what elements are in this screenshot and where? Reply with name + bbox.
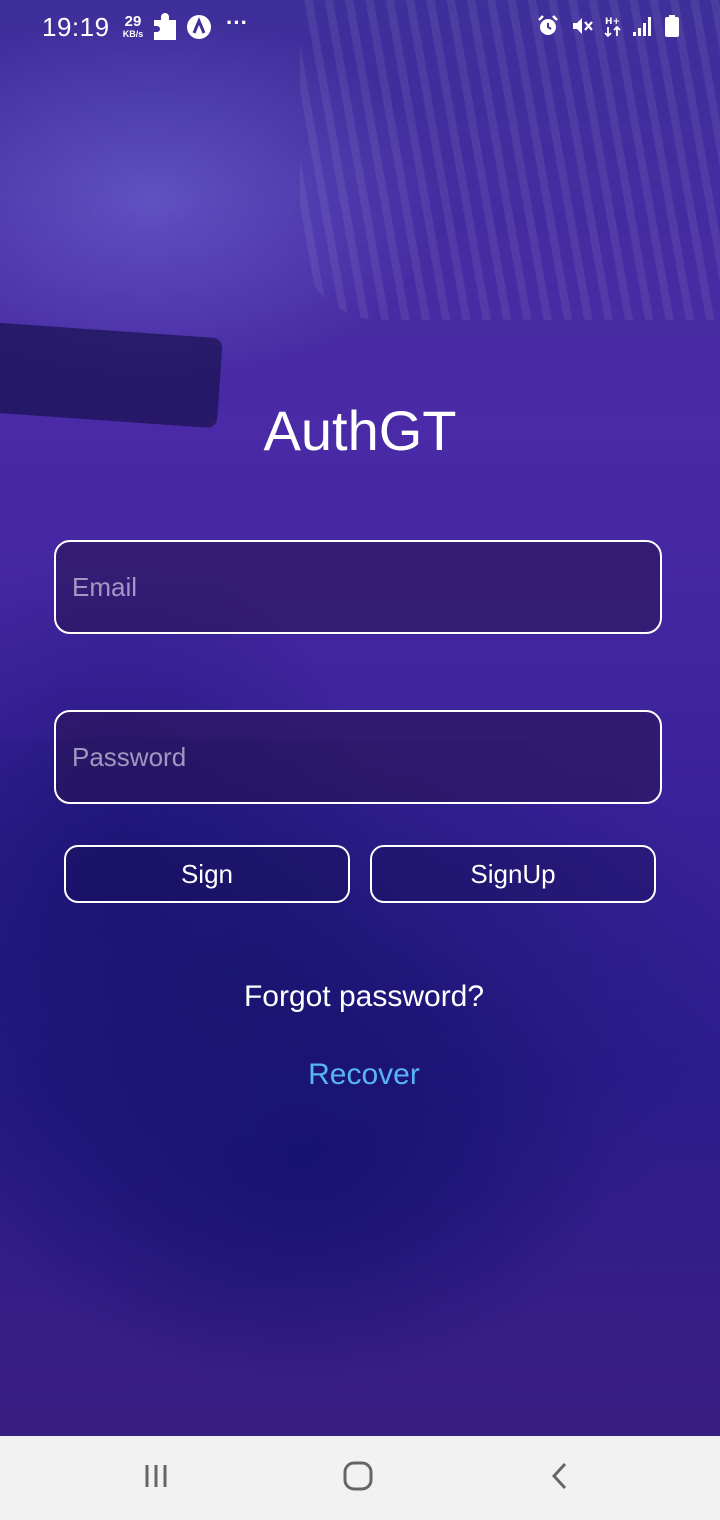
home-icon bbox=[342, 1460, 374, 1497]
back-button[interactable] bbox=[530, 1454, 590, 1502]
forgot-password-text: Forgot password? bbox=[243, 980, 485, 1013]
background-hair bbox=[0, 740, 720, 1340]
password-field[interactable] bbox=[56, 712, 660, 802]
puzzle-icon bbox=[152, 12, 178, 47]
app-logo-icon bbox=[186, 12, 212, 47]
navigation-bar bbox=[0, 1436, 720, 1520]
recover-link[interactable]: Recover bbox=[0, 1058, 720, 1092]
signal-icon bbox=[632, 14, 654, 43]
status-time: 19:19 bbox=[42, 12, 110, 42]
status-right-icons: H+ bbox=[536, 14, 680, 43]
network-speed-unit: KB/s bbox=[122, 29, 144, 39]
mute-icon bbox=[570, 14, 594, 43]
back-icon bbox=[545, 1461, 575, 1496]
recent-apps-icon bbox=[141, 1461, 171, 1496]
home-button[interactable] bbox=[328, 1454, 388, 1502]
login-screen: 19:19 29 KB/s ··· H+ AuthGT Email Sign S… bbox=[0, 0, 720, 1520]
alarm-icon bbox=[536, 14, 560, 43]
recent-apps-button[interactable] bbox=[126, 1454, 186, 1502]
network-speed: 29 KB/s bbox=[118, 14, 148, 39]
sign-in-button[interactable]: Sign bbox=[64, 845, 350, 903]
battery-icon bbox=[664, 14, 680, 43]
more-dots-icon: ··· bbox=[226, 10, 248, 35]
data-transfer-icon: H+ bbox=[604, 14, 622, 43]
sign-up-button[interactable]: SignUp bbox=[370, 845, 656, 903]
network-speed-value: 29 bbox=[124, 13, 142, 30]
status-bar: 19:19 29 KB/s ··· H+ bbox=[0, 0, 720, 56]
email-field[interactable] bbox=[56, 542, 660, 632]
app-title: AuthGT bbox=[263, 399, 457, 462]
password-field-container bbox=[54, 710, 662, 804]
email-field-container bbox=[54, 540, 662, 634]
svg-text:H+: H+ bbox=[605, 17, 620, 27]
